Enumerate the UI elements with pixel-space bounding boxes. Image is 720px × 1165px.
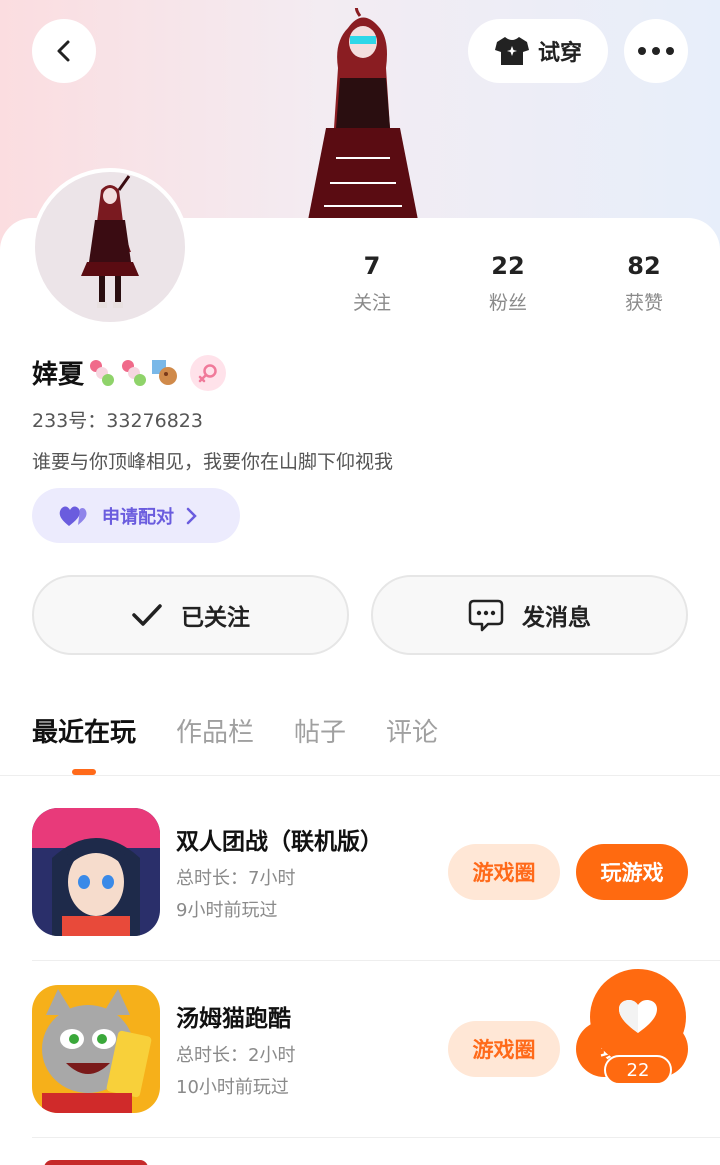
double-heart-icon xyxy=(59,505,87,526)
game-circle-button[interactable]: 游戏圈 xyxy=(448,1021,560,1077)
like-button[interactable] xyxy=(590,969,686,1065)
stat-value: 82 xyxy=(627,252,661,280)
stat-label: 获赞 xyxy=(624,292,663,314)
name-row: 婞夏 xyxy=(32,354,227,391)
female-gender-icon xyxy=(190,354,227,391)
game-duration: 总时长：2小时 xyxy=(176,1045,296,1066)
avatar-figure xyxy=(81,175,139,308)
divider xyxy=(32,960,720,961)
game-last-played: 10小时前玩过 xyxy=(176,1077,289,1098)
tab-recently-played[interactable]: 最近在玩 xyxy=(32,712,136,749)
stat-label: 粉丝 xyxy=(488,292,527,314)
game-icon xyxy=(44,1160,148,1165)
candy-stick-icon xyxy=(122,359,147,386)
more-button[interactable] xyxy=(624,19,688,83)
user-bio: 谁要与你顶峰相见，我要你在山脚下仰视我 xyxy=(32,451,394,473)
stats-bar: 7 关注 22 粉丝 82 获赞 xyxy=(300,252,720,322)
stat-following[interactable]: 7 关注 xyxy=(322,252,422,315)
try-on-label: 试穿 xyxy=(537,41,582,66)
game-duration: 总时长：7小时 xyxy=(176,868,296,889)
tab-posts[interactable]: 帖子 xyxy=(294,712,346,749)
back-button[interactable] xyxy=(32,19,96,83)
send-message-button[interactable]: 发消息 xyxy=(371,575,688,655)
game-circle-button[interactable]: 游戏圈 xyxy=(448,844,560,900)
stat-followers[interactable]: 22 粉丝 xyxy=(458,252,558,315)
play-game-button[interactable]: 玩游戏 xyxy=(576,844,688,900)
followed-button[interactable]: 已关注 xyxy=(32,575,349,655)
user-name: 婞夏 xyxy=(32,360,85,390)
stat-value: 7 xyxy=(363,252,381,280)
divider xyxy=(0,775,720,776)
avatar[interactable] xyxy=(31,168,189,326)
game-title: 双人团战（联机版） xyxy=(176,829,383,855)
followed-label: 已关注 xyxy=(181,605,250,631)
stat-likes[interactable]: 82 获赞 xyxy=(594,252,694,315)
chat-bubble-icon xyxy=(468,599,504,632)
apply-pair-label: 申请配对 xyxy=(102,506,174,528)
stat-value: 22 xyxy=(491,252,525,280)
game-last-played: 9小时前玩过 xyxy=(176,900,278,921)
heart-icon xyxy=(619,1000,657,1033)
send-message-label: 发消息 xyxy=(522,605,591,631)
like-count: 22 xyxy=(604,1055,672,1085)
game-icon xyxy=(32,985,160,1113)
divider xyxy=(32,1137,720,1138)
checkmark-icon xyxy=(132,604,162,626)
tshirt-icon xyxy=(494,37,529,65)
chevron-right-icon xyxy=(186,507,197,524)
try-on-button[interactable]: 试穿 xyxy=(468,19,608,83)
stat-label: 关注 xyxy=(352,292,391,314)
candy-stick-icon xyxy=(90,359,115,386)
apply-pair-button[interactable]: 申请配对 xyxy=(32,488,240,543)
cookie-icon xyxy=(152,359,178,385)
tab-works[interactable]: 作品栏 xyxy=(176,712,254,749)
game-icon xyxy=(32,808,160,936)
more-dots-icon xyxy=(638,47,674,55)
user-id: 233号：33276823 xyxy=(32,410,203,432)
game-title: 汤姆猫跑酷 xyxy=(176,1006,291,1032)
chevron-left-icon xyxy=(57,40,70,62)
avatar-3d-figure xyxy=(308,8,418,220)
tab-comments[interactable]: 评论 xyxy=(386,712,438,749)
game-row[interactable]: 双人团战（联机版） 总时长：7小时 9小时前玩过 游戏圈 玩游戏 xyxy=(32,808,720,938)
